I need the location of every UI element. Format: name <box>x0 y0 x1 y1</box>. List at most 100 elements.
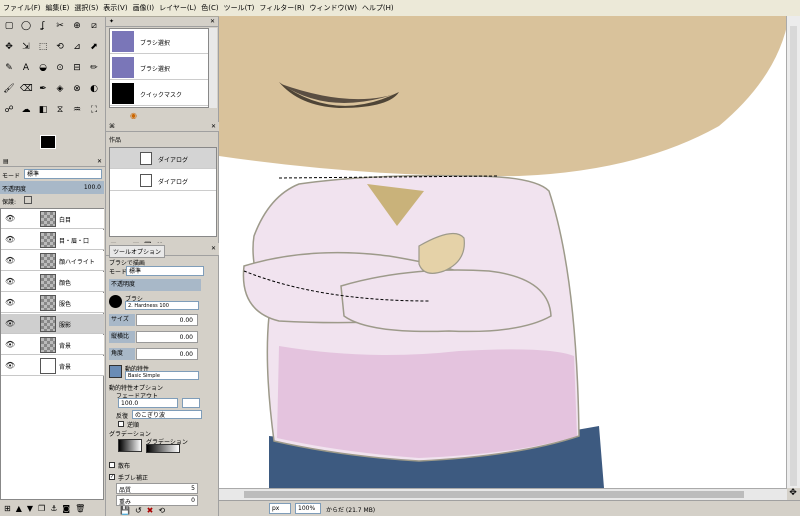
tool-icon[interactable]: ♒ <box>71 104 83 116</box>
mask-layer-icon[interactable]: ◙ <box>62 504 70 513</box>
tool-icon[interactable]: ⊙ <box>54 62 66 74</box>
vertical-scrollbar[interactable] <box>786 16 800 488</box>
menu-item[interactable]: レイヤー(L) <box>159 3 196 13</box>
layer-row[interactable]: 👁 目・眉・口 <box>1 230 104 250</box>
aspect-input[interactable]: 0.00 <box>136 331 198 343</box>
menu-item[interactable]: フィルター(R) <box>259 3 304 13</box>
brush-row[interactable]: ブラシ選択 <box>110 55 208 80</box>
brush-row[interactable]: クイックマスク <box>110 81 208 106</box>
tool-icon[interactable]: ⇲ <box>20 41 32 53</box>
tool-icon[interactable]: ⛶ <box>88 104 100 116</box>
tool-options-tab[interactable]: ツールオプション <box>109 245 166 258</box>
close-icon[interactable]: ✕ <box>210 18 215 25</box>
tool-icon[interactable]: ⧄ <box>88 20 100 32</box>
close-icon[interactable]: ✕ <box>97 158 102 165</box>
fade-unit-select[interactable] <box>182 398 200 408</box>
tool-icon[interactable]: ✂ <box>54 20 66 32</box>
menu-item[interactable]: ツール(T) <box>224 3 255 13</box>
quality-field[interactable]: 品質 5 <box>116 483 198 494</box>
tool-icon[interactable]: ✒ <box>37 83 49 95</box>
brushes-tab-icon[interactable]: ✦ <box>109 18 114 25</box>
tool-icon[interactable]: ⌫ <box>20 83 33 95</box>
jitter-checkbox[interactable] <box>109 462 115 468</box>
foreground-color-swatch[interactable] <box>40 135 56 149</box>
reset-options-icon[interactable]: ⟲ <box>158 506 165 515</box>
tool-icon[interactable]: ☍ <box>3 104 15 116</box>
layer-mode-select[interactable]: 標準 <box>24 169 102 179</box>
delete-options-icon[interactable]: ✖ <box>147 506 154 515</box>
menu-item[interactable]: ファイル(F) <box>3 3 41 13</box>
tool-icon[interactable]: ◧ <box>37 104 49 116</box>
menu-item[interactable]: 選択(S) <box>74 3 98 13</box>
tool-icon[interactable]: ⬈ <box>88 41 100 53</box>
visibility-eye-icon[interactable]: 👁 <box>5 319 15 328</box>
tool-icon[interactable]: ⊟ <box>71 62 83 74</box>
visibility-eye-icon[interactable]: 👁 <box>5 235 15 244</box>
tool-icon[interactable]: 🖌 <box>3 83 15 95</box>
tool-icon[interactable]: ▢ <box>3 20 15 32</box>
zoom-select[interactable]: 100% <box>295 503 321 514</box>
lock-pixels-icon[interactable] <box>24 196 32 204</box>
anchor-layer-icon[interactable]: ⚓ <box>50 504 57 513</box>
path-row[interactable]: ダイアログ <box>110 170 216 191</box>
visibility-eye-icon[interactable]: 👁 <box>5 277 15 286</box>
lower-layer-icon[interactable]: ▼ <box>27 504 33 513</box>
delete-layer-icon[interactable]: 🗑 <box>75 504 85 513</box>
size-input[interactable]: 0.00 <box>136 314 198 326</box>
layer-row[interactable]: 👁 顔色 <box>1 272 104 292</box>
brush-row[interactable]: ブラシ選択 <box>110 29 208 54</box>
tool-icon[interactable]: ⊗ <box>71 83 83 95</box>
visibility-eye-icon[interactable]: 👁 <box>5 214 15 223</box>
tool-icon[interactable]: ◯ <box>20 20 32 32</box>
angle-input[interactable]: 0.00 <box>136 348 198 360</box>
smooth-checkbox[interactable]: ✓ <box>109 474 115 480</box>
layers-tab-icon[interactable]: ▤ <box>3 158 9 165</box>
horizontal-scrollbar[interactable] <box>219 488 787 500</box>
brush-name-field[interactable]: 2. Hardness 100 <box>125 301 199 310</box>
fade-length-input[interactable]: 100.0 <box>118 398 178 408</box>
tool-icon[interactable]: ʆ <box>37 20 49 32</box>
tool-icon[interactable]: ✏ <box>88 62 100 74</box>
brush-preview-icon[interactable] <box>109 295 122 308</box>
tool-opacity-slider[interactable]: 不透明度 <box>109 279 201 291</box>
menu-item[interactable]: ヘルプ(H) <box>362 3 394 13</box>
brush-list-scrollbar[interactable] <box>209 28 217 108</box>
navigate-icon[interactable]: ✥ <box>786 488 800 500</box>
vertical-scroll-thumb[interactable] <box>790 26 797 486</box>
horizontal-scroll-thumb[interactable] <box>244 491 744 498</box>
layer-row[interactable]: 👁 服影 <box>1 314 104 334</box>
opacity-slider[interactable]: 不透明度 100.0 <box>0 181 104 194</box>
tool-mode-select[interactable]: 標準 <box>126 266 204 276</box>
menu-item[interactable]: ウィンドウ(W) <box>310 3 357 13</box>
tool-icon[interactable]: ⧖ <box>54 104 66 116</box>
gradient-option-field[interactable] <box>146 444 180 453</box>
tool-icon[interactable]: ✎ <box>3 62 15 74</box>
menu-item[interactable]: 表示(V) <box>103 3 127 13</box>
paths-tab-icon[interactable]: ⌘ <box>109 123 115 130</box>
dynamics-field[interactable]: Basic Simple <box>125 371 199 380</box>
layer-row[interactable]: 👁 背景 <box>1 356 104 376</box>
restore-options-icon[interactable]: ↺ <box>135 506 142 515</box>
tool-icon[interactable]: ◈ <box>54 83 66 95</box>
path-row[interactable]: ダイアログ <box>110 148 216 169</box>
visibility-eye-icon[interactable]: 👁 <box>5 298 15 307</box>
tool-icon[interactable]: ◒ <box>37 62 49 74</box>
new-layer-icon[interactable]: ⊞ <box>4 504 11 513</box>
close-icon[interactable]: ✕ <box>211 245 216 252</box>
save-options-icon[interactable]: 💾 <box>120 506 130 515</box>
layer-row[interactable]: 👁 顔ハイライト <box>1 251 104 271</box>
repeat-select[interactable]: のこぎり波 <box>132 410 202 419</box>
tool-icon[interactable]: ◐ <box>88 83 100 95</box>
tool-icon[interactable]: ⬚ <box>37 41 49 53</box>
reverse-checkbox[interactable] <box>118 421 124 427</box>
gradient-preview[interactable] <box>118 439 142 452</box>
unit-select[interactable]: px <box>269 503 291 514</box>
duplicate-layer-icon[interactable]: ❐ <box>38 504 45 513</box>
tool-icon[interactable]: ⟲ <box>54 41 66 53</box>
close-icon[interactable]: ✕ <box>211 123 216 130</box>
image-canvas[interactable] <box>219 16 800 488</box>
tool-icon[interactable]: ☁ <box>20 104 32 116</box>
tool-icon[interactable]: ✥ <box>3 41 15 53</box>
layer-row[interactable]: 👁 白目 <box>1 209 104 229</box>
menu-item[interactable]: 色(C) <box>201 3 218 13</box>
